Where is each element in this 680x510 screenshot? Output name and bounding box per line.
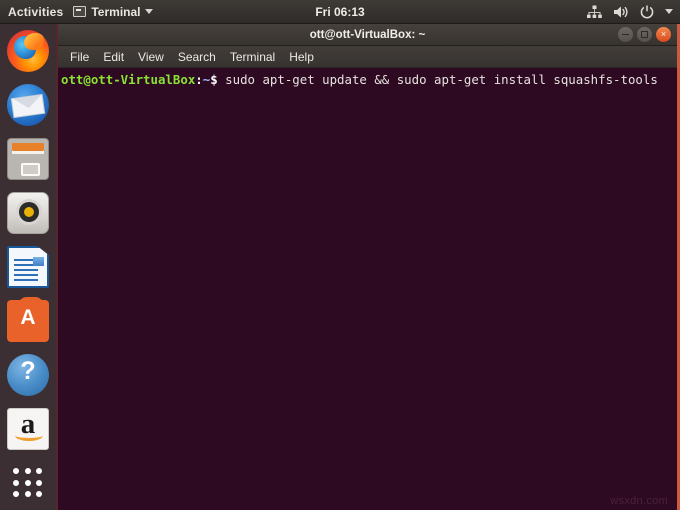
network-icon[interactable] [587,5,602,19]
files-icon [7,138,49,180]
prompt-colon: : [195,72,203,87]
watermark: wsxdn.com [610,495,668,507]
app-grid-icon [13,468,43,498]
terminal-icon [73,6,87,17]
app-menu-terminal[interactable]: Terminal [73,4,154,19]
rhythmbox-icon [7,192,49,234]
chevron-down-icon [145,9,154,14]
system-menu-chevron-down-icon[interactable] [665,9,673,14]
menu-edit[interactable]: Edit [103,50,124,64]
ubuntu-software-icon [7,297,49,342]
terminal-command-line: sudo apt-get update && sudo apt-get inst… [217,72,658,87]
system-tray [587,4,673,19]
terminal-output-area[interactable]: ott@ott-VirtualBox:~$ sudo apt-get updat… [58,69,677,510]
thunderbird-icon [7,84,49,126]
dock-item-ubuntu-software[interactable] [0,294,56,348]
activities-button[interactable]: Activities [0,5,73,19]
volume-icon[interactable] [613,5,629,19]
dock-item-files[interactable] [0,132,56,186]
title-bar[interactable]: ott@ott-VirtualBox: ~ × [58,24,677,46]
menu-bar: File Edit View Search Terminal Help [58,46,677,68]
help-icon [7,354,49,396]
clock[interactable]: Fri 06:13 [315,5,364,19]
prompt-user-host: ott@ott-VirtualBox [61,72,196,87]
menu-search[interactable]: Search [178,50,216,64]
top-bar: Activities Terminal Fri 06:13 [0,0,680,24]
menu-view[interactable]: View [138,50,164,64]
firefox-icon [7,30,49,72]
dock-item-thunderbird[interactable] [0,78,56,132]
window-title: ott@ott-VirtualBox: ~ [309,28,426,41]
minimize-button[interactable] [618,27,633,42]
amazon-icon [7,408,49,450]
dock-item-amazon[interactable] [0,402,56,456]
prompt-dollar: $ [210,72,218,87]
terminal-window: ott@ott-VirtualBox: ~ × File Edit View S… [56,24,680,510]
launcher-dock [0,24,56,510]
maximize-button[interactable] [637,27,652,42]
dock-item-libreoffice-writer[interactable] [0,240,56,294]
menu-terminal[interactable]: Terminal [230,50,275,64]
dock-item-firefox[interactable] [0,24,56,78]
dock-item-rhythmbox[interactable] [0,186,56,240]
window-controls: × [618,27,671,42]
close-button[interactable]: × [656,27,671,42]
app-menu-label: Terminal [91,4,141,19]
power-icon[interactable] [640,4,654,19]
show-applications-button[interactable] [0,456,56,510]
menu-file[interactable]: File [70,50,89,64]
menu-help[interactable]: Help [289,50,314,64]
libreoffice-writer-icon [7,246,49,288]
dock-item-help[interactable] [0,348,56,402]
